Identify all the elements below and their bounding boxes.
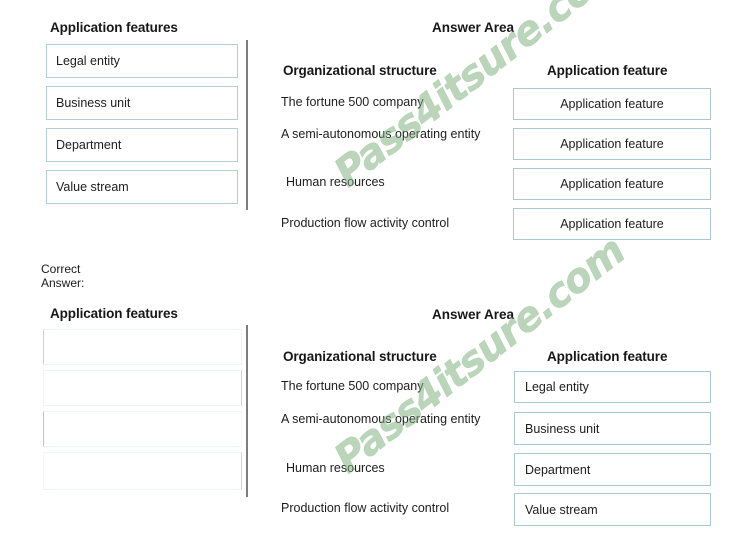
question-panel-divider — [246, 40, 248, 210]
answer-org-item-production-flow: Production flow activity control — [281, 501, 450, 515]
org-item-semi-autonomous: A semi-autonomous operating entity — [281, 127, 481, 141]
feature-tile-business-unit[interactable]: Business unit — [46, 86, 238, 120]
question-application-feature-heading: Application feature — [547, 63, 668, 78]
answer-filled-slot-label: Department — [525, 462, 591, 477]
feature-tile-department[interactable]: Department — [46, 128, 238, 162]
answer-filled-slot-label: Value stream — [525, 502, 598, 517]
answer-slot-label: Application feature — [560, 97, 664, 111]
answer-application-feature-heading: Application feature — [547, 349, 668, 364]
answer-filled-slot-label: Business unit — [525, 421, 600, 436]
answer-filled-slot-1[interactable]: Legal entity — [514, 371, 711, 403]
answer-slot-label: Application feature — [560, 137, 664, 151]
answer-filled-slot-3[interactable]: Department — [514, 453, 711, 486]
correct-answer-label: Correct Answer: — [41, 262, 85, 290]
answer-org-item-semi-autonomous: A semi-autonomous operating entity — [281, 412, 481, 426]
org-item-production-flow: Production flow activity control — [281, 216, 450, 230]
answer-slot-label: Application feature — [560, 177, 664, 191]
org-item-fortune-500: The fortune 500 company — [281, 95, 424, 109]
answer-filled-slot-2[interactable]: Business unit — [514, 412, 711, 445]
answer-filled-slot-label: Legal entity — [525, 380, 589, 394]
answer-panel-divider — [246, 325, 248, 497]
empty-feature-tile-4[interactable] — [43, 452, 242, 490]
feature-tile-label: Value stream — [56, 180, 129, 194]
answer-slot-3[interactable]: Application feature — [513, 168, 711, 200]
question-answer-area-heading: Answer Area — [432, 20, 515, 35]
feature-tile-label: Department — [56, 138, 122, 152]
answer-org-structure-heading: Organizational structure — [283, 349, 437, 364]
question-org-structure-heading: Organizational structure — [283, 63, 437, 78]
answer-slot-label: Application feature — [560, 217, 664, 231]
answer-answer-area-heading: Answer Area — [432, 307, 515, 322]
org-item-human-resources: Human resources — [286, 175, 385, 189]
empty-feature-tile-3[interactable] — [43, 411, 242, 447]
answer-filled-slot-4[interactable]: Value stream — [514, 493, 711, 526]
feature-tile-value-stream[interactable]: Value stream — [46, 170, 238, 204]
question-left-heading: Application features — [50, 20, 178, 35]
empty-feature-tile-2[interactable] — [43, 370, 242, 406]
feature-tile-label: Legal entity — [56, 54, 120, 68]
answer-slot-2[interactable]: Application feature — [513, 128, 711, 160]
answer-slot-4[interactable]: Application feature — [513, 208, 711, 240]
answer-org-item-fortune-500: The fortune 500 company — [281, 379, 424, 393]
answer-left-heading: Application features — [50, 306, 178, 321]
feature-tile-legal-entity[interactable]: Legal entity — [46, 44, 238, 78]
feature-tile-label: Business unit — [56, 96, 131, 110]
empty-feature-tile-1[interactable] — [43, 329, 242, 365]
answer-org-item-human-resources: Human resources — [286, 461, 385, 475]
answer-slot-1[interactable]: Application feature — [513, 88, 711, 120]
